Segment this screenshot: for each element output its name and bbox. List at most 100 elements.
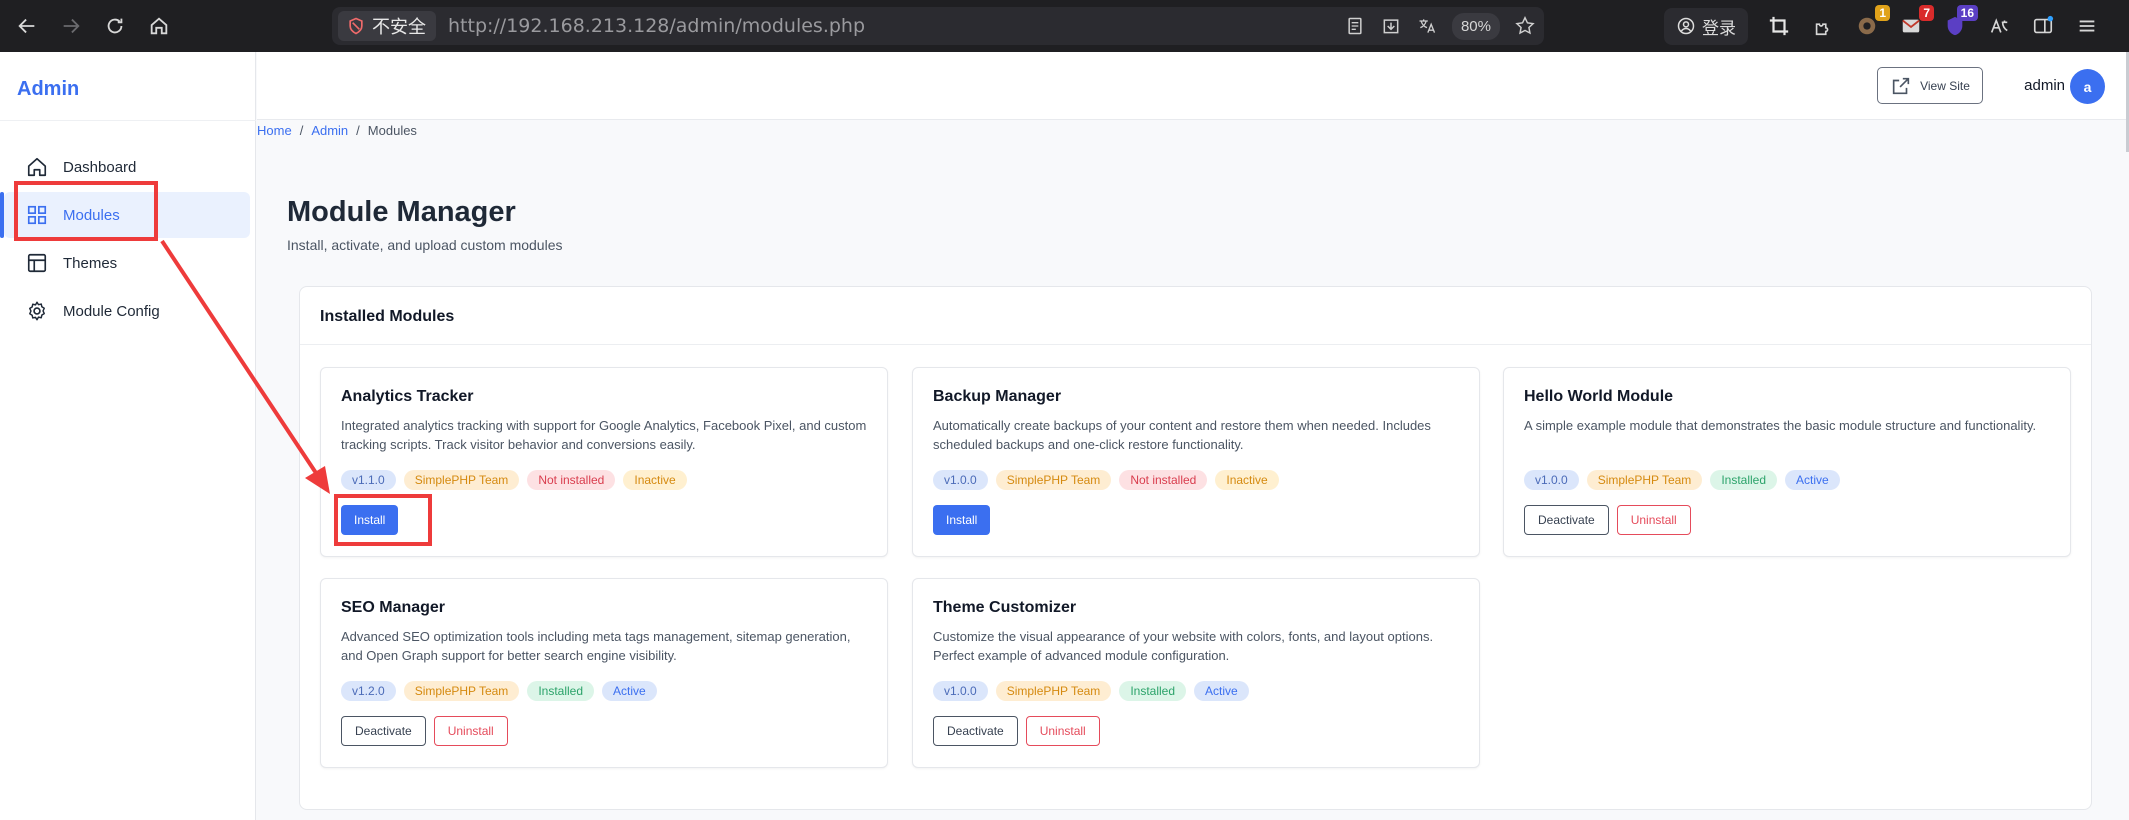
view-site-button[interactable]: View Site xyxy=(1877,67,1983,104)
bookmark-star-icon[interactable] xyxy=(1514,15,1536,37)
address-bar[interactable]: 不安全 http://192.168.213.128/admin/modules… xyxy=(332,7,1544,45)
sidebar-item-themes[interactable]: Themes xyxy=(4,240,250,286)
deactivate-button[interactable]: Deactivate xyxy=(341,716,426,746)
annotation-highlight-modules xyxy=(14,181,158,241)
avatar[interactable]: a xyxy=(2070,69,2105,104)
version-badge: v1.0.0 xyxy=(933,681,988,701)
module-card-seo-manager: SEO Manager Advanced SEO optimization to… xyxy=(320,578,888,768)
install-status-badge: Installed xyxy=(1119,681,1187,701)
module-card-theme-customizer: Theme Customizer Customize the visual ap… xyxy=(912,578,1480,768)
module-description: Advanced SEO optimization tools includin… xyxy=(341,629,851,663)
deactivate-button[interactable]: Deactivate xyxy=(933,716,1018,746)
extension-one-icon[interactable]: 1 xyxy=(1854,5,1890,39)
extension-badge: 1 xyxy=(1875,5,1890,21)
active-status-badge: Inactive xyxy=(1215,470,1279,490)
active-status-badge: Active xyxy=(602,681,657,701)
extension-badge: 7 xyxy=(1919,5,1934,21)
reload-icon xyxy=(107,18,123,34)
sidebar-item-module-config[interactable]: Module Config xyxy=(4,288,250,334)
arrow-right-icon xyxy=(63,18,80,34)
breadcrumb-current: Modules xyxy=(367,123,417,138)
crop-icon[interactable] xyxy=(1766,13,1792,39)
installed-modules-panel: Installed Modules Analytics Tracker Inte… xyxy=(299,286,2092,810)
sidebar-toggle-icon[interactable] xyxy=(2030,13,2056,39)
active-status-badge: Active xyxy=(1194,681,1249,701)
shield-extension-icon[interactable]: 16 xyxy=(1942,5,1978,39)
breadcrumb-home[interactable]: Home xyxy=(257,123,292,138)
reload-button[interactable] xyxy=(98,9,132,43)
module-title: SEO Manager xyxy=(341,599,446,616)
security-indicator[interactable]: 不安全 xyxy=(338,11,436,41)
version-badge: v1.0.0 xyxy=(1524,470,1579,490)
page-title: Module Manager xyxy=(287,196,516,228)
view-site-label: View Site xyxy=(1920,78,1970,93)
page-subtitle: Install, activate, and upload custom mod… xyxy=(287,237,563,253)
install-status-badge: Installed xyxy=(1710,470,1778,490)
annotation-highlight-install xyxy=(334,494,432,546)
module-description: Automatically create backups of your con… xyxy=(933,418,1431,452)
layout-icon xyxy=(24,250,50,276)
back-button[interactable] xyxy=(10,9,44,43)
module-title: Backup Manager xyxy=(933,388,1062,405)
breadcrumb-separator: / xyxy=(356,123,360,138)
top-header: View Site admin a xyxy=(257,52,2129,120)
uninstall-button[interactable]: Uninstall xyxy=(1616,505,1691,535)
mail-extension-icon[interactable]: 7 xyxy=(1898,5,1934,39)
extensions-puzzle-icon[interactable] xyxy=(1810,13,1836,39)
module-title: Theme Customizer xyxy=(933,599,1077,616)
module-description: Integrated analytics tracking with suppo… xyxy=(341,418,867,452)
author-badge: SimplePHP Team xyxy=(995,470,1112,490)
home-button[interactable] xyxy=(142,9,176,43)
text-translate-icon[interactable] xyxy=(1986,13,2012,39)
sidebar-item-label: Themes xyxy=(63,254,118,272)
browser-toolbar: 不安全 http://192.168.213.128/admin/modules… xyxy=(0,0,2129,52)
install-status-badge: Not installed xyxy=(527,470,616,490)
module-description: Customize the visual appearance of your … xyxy=(933,629,1434,663)
download-icon[interactable] xyxy=(1380,15,1402,37)
install-status-badge: Not installed xyxy=(1119,470,1208,490)
deactivate-button[interactable]: Deactivate xyxy=(1524,505,1609,535)
module-card-hello-world: Hello World Module A simple example modu… xyxy=(1503,367,2071,557)
active-status-badge: Inactive xyxy=(623,470,687,490)
panel-header: Installed Modules xyxy=(300,287,2091,345)
menu-icon[interactable] xyxy=(2074,13,2100,39)
forward-button[interactable] xyxy=(54,9,88,43)
module-title: Analytics Tracker xyxy=(341,388,474,405)
panel-title: Installed Modules xyxy=(320,308,455,325)
user-name[interactable]: admin xyxy=(2024,77,2065,94)
sidebar-item-label: Module Config xyxy=(63,302,160,320)
brand-divider xyxy=(0,120,256,121)
url-text[interactable]: http://192.168.213.128/admin/modules.php xyxy=(448,15,865,37)
module-description: A simple example module that demonstrate… xyxy=(1524,418,2037,433)
uninstall-button[interactable]: Uninstall xyxy=(1025,716,1100,746)
shield-warning-icon xyxy=(349,17,363,35)
brand-logo[interactable]: Admin xyxy=(17,78,79,101)
author-badge: SimplePHP Team xyxy=(995,681,1112,701)
author-badge: SimplePHP Team xyxy=(403,470,520,490)
version-badge: v1.2.0 xyxy=(341,681,396,701)
security-label: 不安全 xyxy=(372,17,426,37)
active-status-badge: Active xyxy=(1785,470,1840,490)
uninstall-button[interactable]: Uninstall xyxy=(433,716,508,746)
install-button[interactable]: Install xyxy=(933,505,991,535)
sidebar: Admin Dashboard Modules Themes Module Co… xyxy=(0,52,256,820)
breadcrumb: Home / Admin / Modules xyxy=(257,123,417,138)
module-card-backup-manager: Backup Manager Automatically create back… xyxy=(912,367,1480,557)
zoom-indicator[interactable]: 80% xyxy=(1451,12,1500,40)
profile-login-button[interactable]: 登录 xyxy=(1664,7,1748,45)
author-badge: SimplePHP Team xyxy=(1586,470,1703,490)
arrow-left-icon xyxy=(18,18,35,34)
external-link-icon xyxy=(1892,77,1910,94)
gear-icon xyxy=(24,298,50,324)
reader-mode-icon[interactable] xyxy=(1344,15,1366,37)
module-title: Hello World Module xyxy=(1524,388,1674,405)
home-icon xyxy=(150,17,168,35)
extension-badge: 16 xyxy=(1956,5,1978,21)
breadcrumb-admin[interactable]: Admin xyxy=(311,123,348,138)
home-icon xyxy=(24,154,50,180)
breadcrumb-separator: / xyxy=(299,123,304,138)
version-badge: v1.1.0 xyxy=(341,470,396,490)
version-badge: v1.0.0 xyxy=(933,470,988,490)
translate-icon[interactable] xyxy=(1416,15,1438,37)
author-badge: SimplePHP Team xyxy=(403,681,520,701)
